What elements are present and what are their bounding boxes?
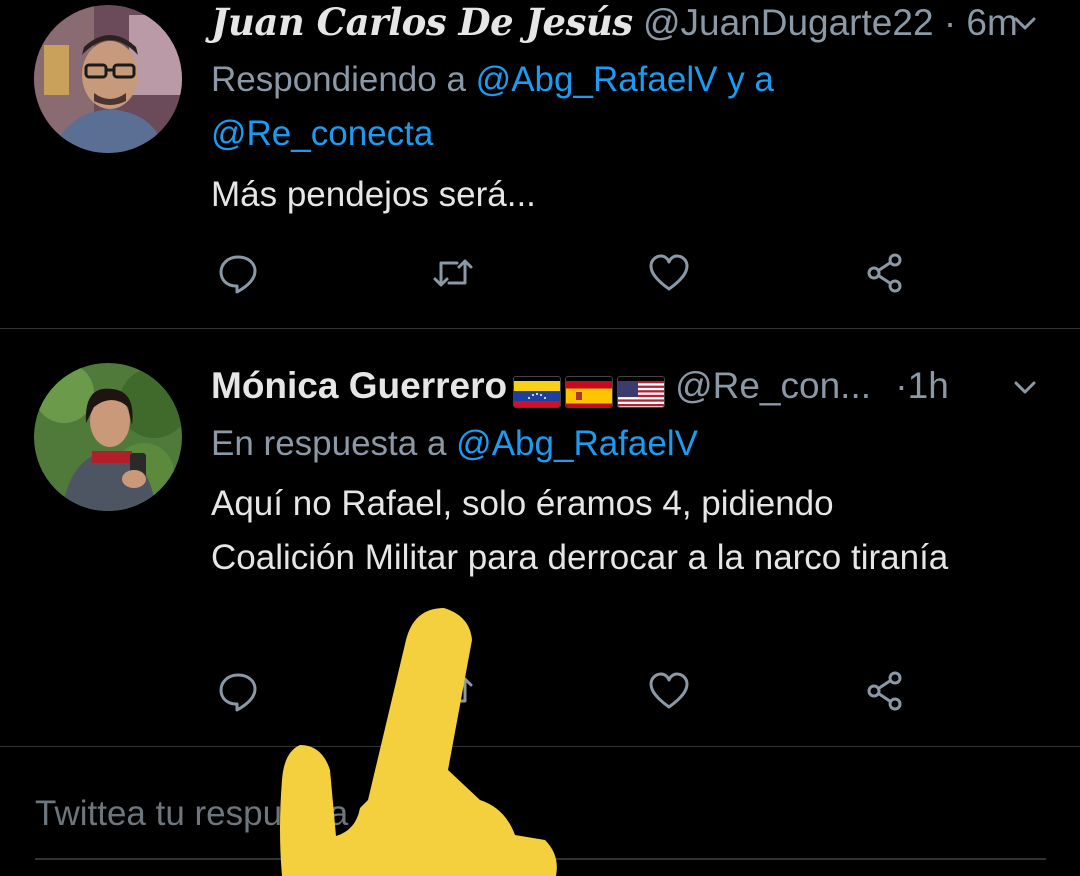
flag-emojis <box>513 368 669 412</box>
tweet[interactable]: Juan Carlos De Jesús @JuanDugarte22 · 6m… <box>0 0 1080 328</box>
tweet-actions <box>0 243 1080 303</box>
usa-flag-icon <box>617 376 666 409</box>
reply-joiner: y a <box>727 60 774 99</box>
tweet-actions <box>0 661 1080 721</box>
chevron-down-icon[interactable] <box>1010 8 1040 38</box>
user-handle[interactable]: @JuanDugarte22 <box>643 2 934 43</box>
avatar[interactable] <box>34 363 182 511</box>
like-icon[interactable] <box>639 661 699 721</box>
tweet-header: Mónica Guerrero @Re_con... ·1h <box>211 364 1000 412</box>
reply-context: En respuesta a @Abg_RafaelV <box>211 417 960 471</box>
user-handle[interactable]: @Re_con... <box>675 365 871 406</box>
mention-link[interactable]: @Re_conecta <box>211 114 433 153</box>
chevron-down-icon[interactable] <box>1010 372 1040 402</box>
like-icon[interactable] <box>639 243 699 303</box>
reply-compose-input[interactable]: Twittea tu respuesta <box>35 790 348 838</box>
spain-flag-icon <box>565 376 614 409</box>
tweet-divider <box>0 746 1080 747</box>
share-icon[interactable] <box>855 661 915 721</box>
mention-link[interactable]: @Abg_RafaelV <box>476 60 718 99</box>
mention-link[interactable]: @Abg_RafaelV <box>456 424 698 463</box>
separator-dot: · <box>943 2 957 43</box>
separator-dot: · <box>895 365 908 406</box>
reply-prefix: Respondiendo a <box>211 60 466 99</box>
tweet[interactable]: Mónica Guerrero @Re_con... ·1h En respues… <box>0 329 1080 746</box>
retweet-icon[interactable] <box>423 243 483 303</box>
compose-underline <box>35 858 1046 860</box>
reply-context: Respondiendo a @Abg_RafaelV y a @Re_cone… <box>211 53 960 161</box>
venezuela-flag-icon <box>513 376 562 409</box>
display-name[interactable]: Juan Carlos De Jesús <box>211 0 633 44</box>
retweet-icon[interactable] <box>423 661 483 721</box>
reply-icon[interactable] <box>208 243 268 303</box>
reply-icon[interactable] <box>208 661 268 721</box>
share-icon[interactable] <box>855 243 915 303</box>
avatar[interactable] <box>34 5 182 153</box>
tweet-text: Aquí no Rafael, solo éramos 4, pidiendo … <box>211 484 949 577</box>
display-name[interactable]: Mónica Guerrero <box>211 365 507 406</box>
timestamp[interactable]: 1h <box>908 365 949 406</box>
tweet-text: Más pendejos será... <box>211 175 536 214</box>
reply-prefix: En respuesta a <box>211 424 447 463</box>
tweet-header: Juan Carlos De Jesús @JuanDugarte22 · 6m <box>211 0 1018 45</box>
